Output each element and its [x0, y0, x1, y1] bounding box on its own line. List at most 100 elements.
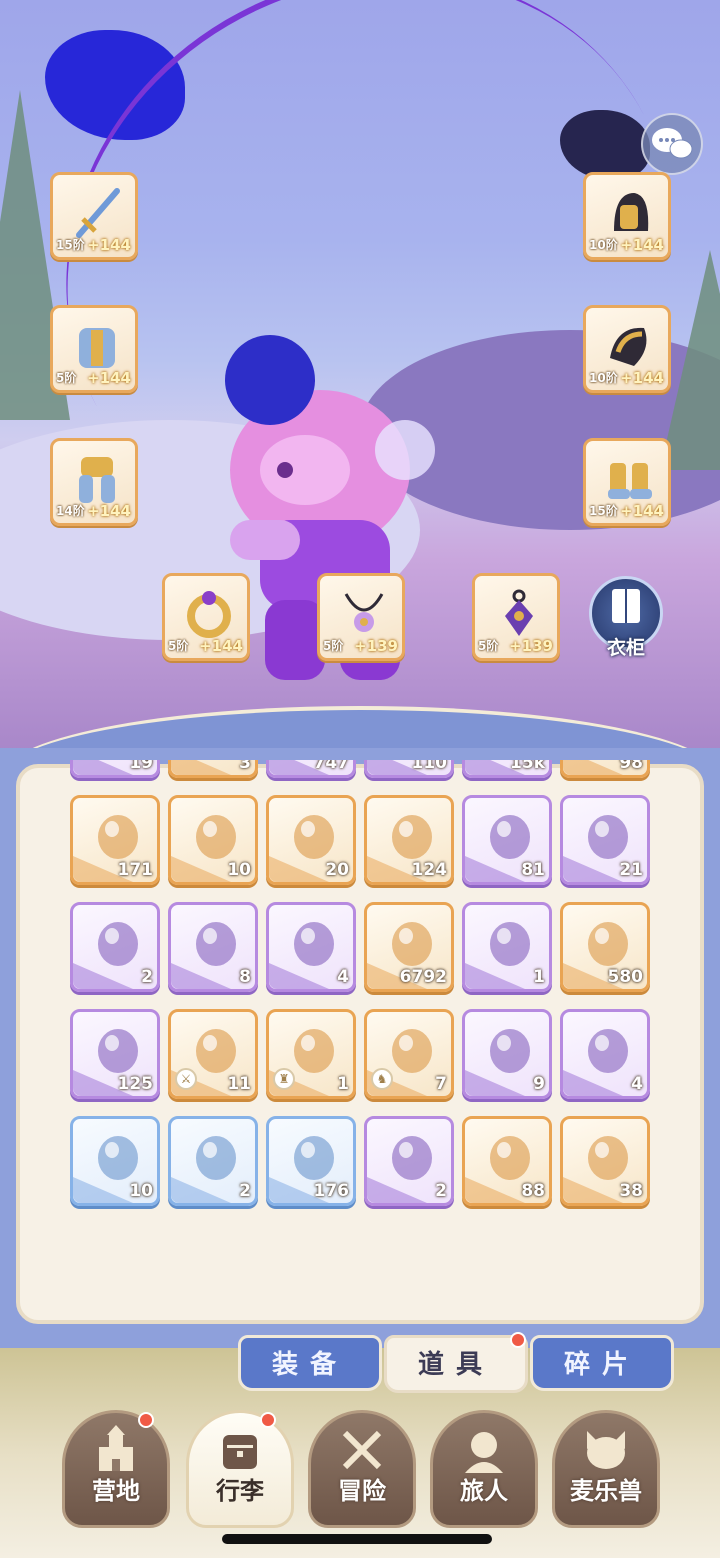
- inventory-item[interactable]: 125: [70, 1009, 160, 1099]
- sword-icon: [76, 188, 120, 238]
- inventory-item[interactable]: 20: [266, 795, 356, 885]
- purple-gem-icon: [490, 922, 530, 966]
- equip-slot-chest[interactable]: 5阶 +144: [50, 305, 138, 393]
- inventory-item[interactable]: 4: [560, 1009, 650, 1099]
- item-count: 2: [141, 967, 153, 987]
- enhance-bonus: +144: [620, 369, 664, 387]
- inventory-item[interactable]: 1: [462, 902, 552, 992]
- nav-camp[interactable]: 营地: [62, 1410, 170, 1528]
- flour-sack-icon: [98, 922, 138, 966]
- nav-pet[interactable]: 麦乐兽: [552, 1410, 660, 1528]
- tab-fragments[interactable]: 碎片: [530, 1335, 674, 1391]
- item-count: 11: [227, 1074, 251, 1094]
- equip-slot-shoulder[interactable]: 10阶 +144: [583, 305, 671, 393]
- inventory-item[interactable]: 124: [364, 795, 454, 885]
- item-count: 10: [129, 1181, 153, 1201]
- item-count: 3: [239, 760, 251, 773]
- chat-button[interactable]: [641, 113, 703, 175]
- inventory-item[interactable]: ⚔ 11: [168, 1009, 258, 1099]
- tier-label: 5阶: [478, 639, 499, 653]
- inventory-item[interactable]: ♜ 1: [266, 1009, 356, 1099]
- ring-icon: [187, 591, 231, 638]
- tier-label: 5阶: [323, 639, 344, 653]
- inventory-item[interactable]: 88: [462, 1116, 552, 1206]
- inventory-item[interactable]: 8: [168, 902, 258, 992]
- inventory-item[interactable]: 580: [560, 902, 650, 992]
- inventory-item[interactable]: 15k: [462, 760, 552, 778]
- inventory-item[interactable]: 2: [70, 902, 160, 992]
- wardrobe-button[interactable]: 衣柜: [589, 576, 663, 660]
- enhance-bonus: +144: [87, 236, 131, 254]
- nav-label: 营地: [92, 1477, 140, 1505]
- backpack-icon: [223, 1435, 257, 1469]
- inventory-item[interactable]: 10: [168, 795, 258, 885]
- boots-icon: [608, 463, 652, 499]
- equip-slot-helmet[interactable]: 10阶 +144: [583, 172, 671, 260]
- inventory-item[interactable]: 2: [364, 1116, 454, 1206]
- item-count: 2: [435, 1181, 447, 1201]
- inventory-item[interactable]: 98: [560, 760, 650, 778]
- inventory-item[interactable]: 19: [70, 760, 160, 778]
- inventory-item[interactable]: 171: [70, 795, 160, 885]
- inventory-item[interactable]: 81: [462, 795, 552, 885]
- item-grid-viewport[interactable]: 19 3 747 110 15k 98 171 10 20 124 81 21 2 8 4 6792 1 580 1…: [68, 760, 652, 1248]
- home-indicator[interactable]: [222, 1534, 492, 1544]
- item-count: 6792: [399, 967, 447, 987]
- green-jar-icon: [294, 922, 334, 966]
- amulet-icon: [505, 589, 533, 636]
- inventory-item[interactable]: 10: [70, 1116, 160, 1206]
- tier-label: 5阶: [56, 371, 77, 385]
- item-count: 21: [619, 860, 643, 880]
- inventory-item[interactable]: 110: [364, 760, 454, 778]
- enhance-bonus: +144: [87, 502, 131, 520]
- item-count: 38: [619, 1181, 643, 1201]
- tier-label: 5阶: [168, 639, 189, 653]
- wooden-spoon-icon: [196, 1136, 236, 1180]
- notification-dot: [138, 1412, 154, 1428]
- inventory-item[interactable]: 4: [266, 902, 356, 992]
- equip-slot-legs[interactable]: 14阶 +144: [50, 438, 138, 526]
- inventory-item[interactable]: 21: [560, 795, 650, 885]
- nav-traveler[interactable]: 旅人: [430, 1410, 538, 1528]
- item-count: 88: [521, 1181, 545, 1201]
- inventory-item[interactable]: 2: [168, 1116, 258, 1206]
- leg-armor-icon: [79, 457, 115, 503]
- tab-items[interactable]: 道具: [384, 1335, 528, 1393]
- tier-label: 14阶: [56, 504, 85, 518]
- inventory-item[interactable]: 176: [266, 1116, 356, 1206]
- rarity-corner: [73, 760, 133, 775]
- equip-type-badge: ♞: [371, 1068, 393, 1090]
- equip-slot-weapon[interactable]: 15阶 +144: [50, 172, 138, 260]
- nav-adventure[interactable]: 冒险: [308, 1410, 416, 1528]
- wardrobe-icon: [612, 589, 640, 623]
- equip-slot-boots[interactable]: 15阶 +144: [583, 438, 671, 526]
- tier-label: 15阶: [589, 504, 618, 518]
- equip-slot-ring[interactable]: 5阶 +144: [162, 573, 250, 661]
- crossed-swords-icon: [342, 1430, 382, 1470]
- inventory-item[interactable]: 6792: [364, 902, 454, 992]
- item-count: 4: [337, 967, 349, 987]
- tab-label: 道具: [417, 1350, 494, 1380]
- equip-slot-amulet[interactable]: 5阶 +139: [472, 573, 560, 661]
- enhance-bonus: +144: [87, 369, 131, 387]
- item-count: 2: [239, 1181, 251, 1201]
- item-count: 98: [619, 760, 643, 773]
- chat-bubble-icon: [652, 128, 693, 159]
- nav-label: 冒险: [338, 1477, 386, 1505]
- item-count: 81: [521, 860, 545, 880]
- tab-label: 碎片: [563, 1350, 640, 1380]
- inventory-item[interactable]: ♞ 7: [364, 1009, 454, 1099]
- fire-crystal-boots-icon: [392, 1029, 432, 1073]
- golden-egg-icon: [588, 922, 628, 966]
- tab-equipment[interactable]: 装备: [238, 1335, 382, 1391]
- chest-armor-icon: [79, 328, 115, 368]
- inventory-item[interactable]: 3: [168, 760, 258, 778]
- item-count: 580: [607, 967, 644, 987]
- heart-coin-icon: [98, 1029, 138, 1073]
- inventory-item[interactable]: 38: [560, 1116, 650, 1206]
- inventory-item[interactable]: 747: [266, 760, 356, 778]
- inventory-item[interactable]: 9: [462, 1009, 552, 1099]
- nav-luggage[interactable]: 行李: [186, 1410, 294, 1528]
- tab-label: 装备: [271, 1350, 348, 1380]
- equip-slot-necklace[interactable]: 5阶 +139: [317, 573, 405, 661]
